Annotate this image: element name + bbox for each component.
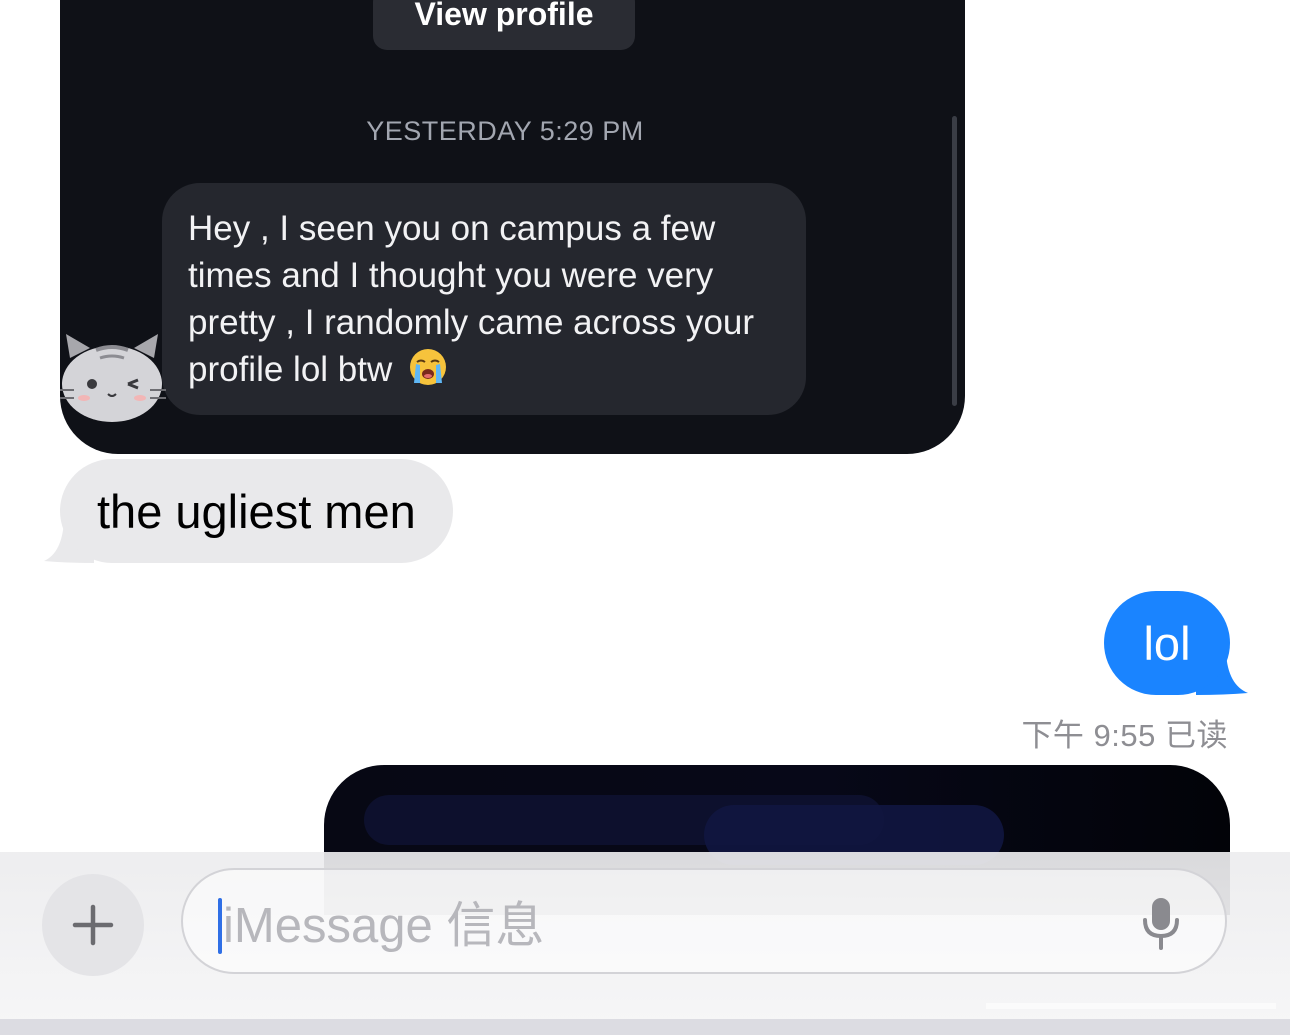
embedded-scrollbar [952,116,957,406]
add-attachment-button[interactable] [42,874,144,976]
message-composer: iMessage 信息 [0,852,1290,1035]
plus-icon [72,904,114,946]
embedded-message-text: Hey , I seen you on campus a few times a… [188,209,755,389]
embedded-timestamp: YESTERDAY 5:29 PM [366,116,644,146]
imessage-placeholder: iMessage 信息 [223,898,545,953]
received-message-text: the ugliest men [97,484,416,538]
loudly-crying-face-icon [410,349,446,385]
embedded-message-bubble: Hey , I seen you on campus a few times a… [162,183,806,415]
view-profile-button: View profile [373,0,635,50]
sent-message-text: lol [1143,616,1191,670]
received-message-bubble[interactable]: the ugliest men [60,459,453,563]
sent-message-bubble[interactable]: lol [1104,591,1230,695]
imessage-input[interactable]: iMessage 信息 [181,868,1227,974]
bottom-strip [0,1019,1290,1035]
microphone-icon[interactable] [1141,896,1181,950]
embedded-screenshot[interactable]: View profile YESTERDAY 5:29 PM Hey , I s… [60,0,965,454]
watermark-dots [986,1003,1276,1009]
read-receipt: 下午 9:55 已读 [1021,718,1228,753]
text-caret [218,898,222,954]
winking-cat-sticker-icon[interactable] [60,328,168,426]
